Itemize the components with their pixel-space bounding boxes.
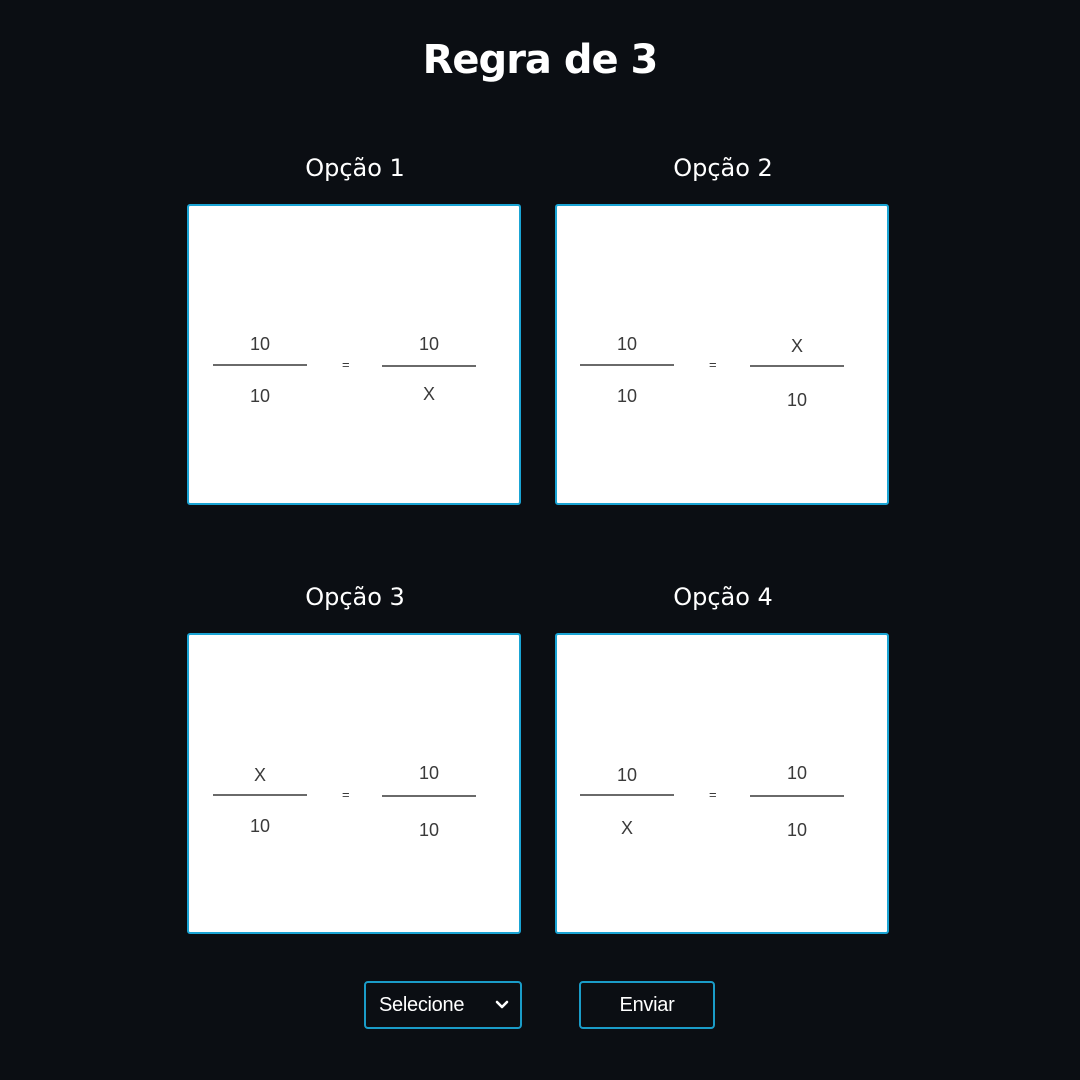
option-2-card[interactable]: 10 10 = X 10 <box>555 204 889 505</box>
option-4-left-denominator: X <box>620 818 633 838</box>
option-2-right-denominator: 10 <box>786 390 808 410</box>
option-4-equals-sign: = <box>709 787 717 802</box>
option-1-right-numerator: 10 <box>418 334 440 354</box>
option-3-right-denominator: 10 <box>418 820 440 840</box>
option-1-left-denominator: 10 <box>249 386 271 406</box>
option-3-equals-sign: = <box>342 787 350 802</box>
option-4-right-numerator: 10 <box>786 763 808 783</box>
chevron-down-icon <box>495 1000 509 1009</box>
option-2-left-fraction-bar <box>580 364 674 366</box>
page-title: Regra de 3 <box>422 37 659 83</box>
option-1-left-fraction-bar <box>213 364 307 366</box>
option-2-left-numerator: 10 <box>616 334 638 354</box>
option-2-right-fraction-bar <box>750 365 844 367</box>
option-4-label: Opção 4 <box>673 583 773 611</box>
option-4-left-fraction-bar <box>580 794 674 796</box>
option-2-left-denominator: 10 <box>616 386 638 406</box>
option-1-right-denominator: X <box>422 384 435 404</box>
option-4-card[interactable]: 10 X = 10 10 <box>555 633 889 934</box>
option-4-right-denominator: 10 <box>786 820 808 840</box>
option-select-value: Selecione <box>379 993 465 1016</box>
option-3-left-denominator: 10 <box>249 816 271 836</box>
option-4-left-numerator: 10 <box>616 765 638 785</box>
option-4-right-fraction-bar <box>750 795 844 797</box>
option-2-right-numerator: X <box>790 336 803 356</box>
option-1-equals-sign: = <box>342 357 350 372</box>
option-2-equals-sign: = <box>709 357 717 372</box>
option-select[interactable]: Selecione <box>364 981 522 1029</box>
option-3-left-numerator: X <box>253 765 266 785</box>
option-1-label: Opção 1 <box>305 154 405 182</box>
option-3-left-fraction-bar <box>213 794 307 796</box>
option-3-label: Opção 3 <box>305 583 405 611</box>
option-3-right-numerator: 10 <box>418 763 440 783</box>
submit-button[interactable]: Enviar <box>579 981 715 1029</box>
option-1-right-fraction-bar <box>382 365 476 367</box>
option-1-card[interactable]: 10 10 = 10 X <box>187 204 521 505</box>
option-3-card[interactable]: X 10 = 10 10 <box>187 633 521 934</box>
option-3-right-fraction-bar <box>382 795 476 797</box>
option-1-left-numerator: 10 <box>249 334 271 354</box>
option-2-label: Opção 2 <box>673 154 773 182</box>
